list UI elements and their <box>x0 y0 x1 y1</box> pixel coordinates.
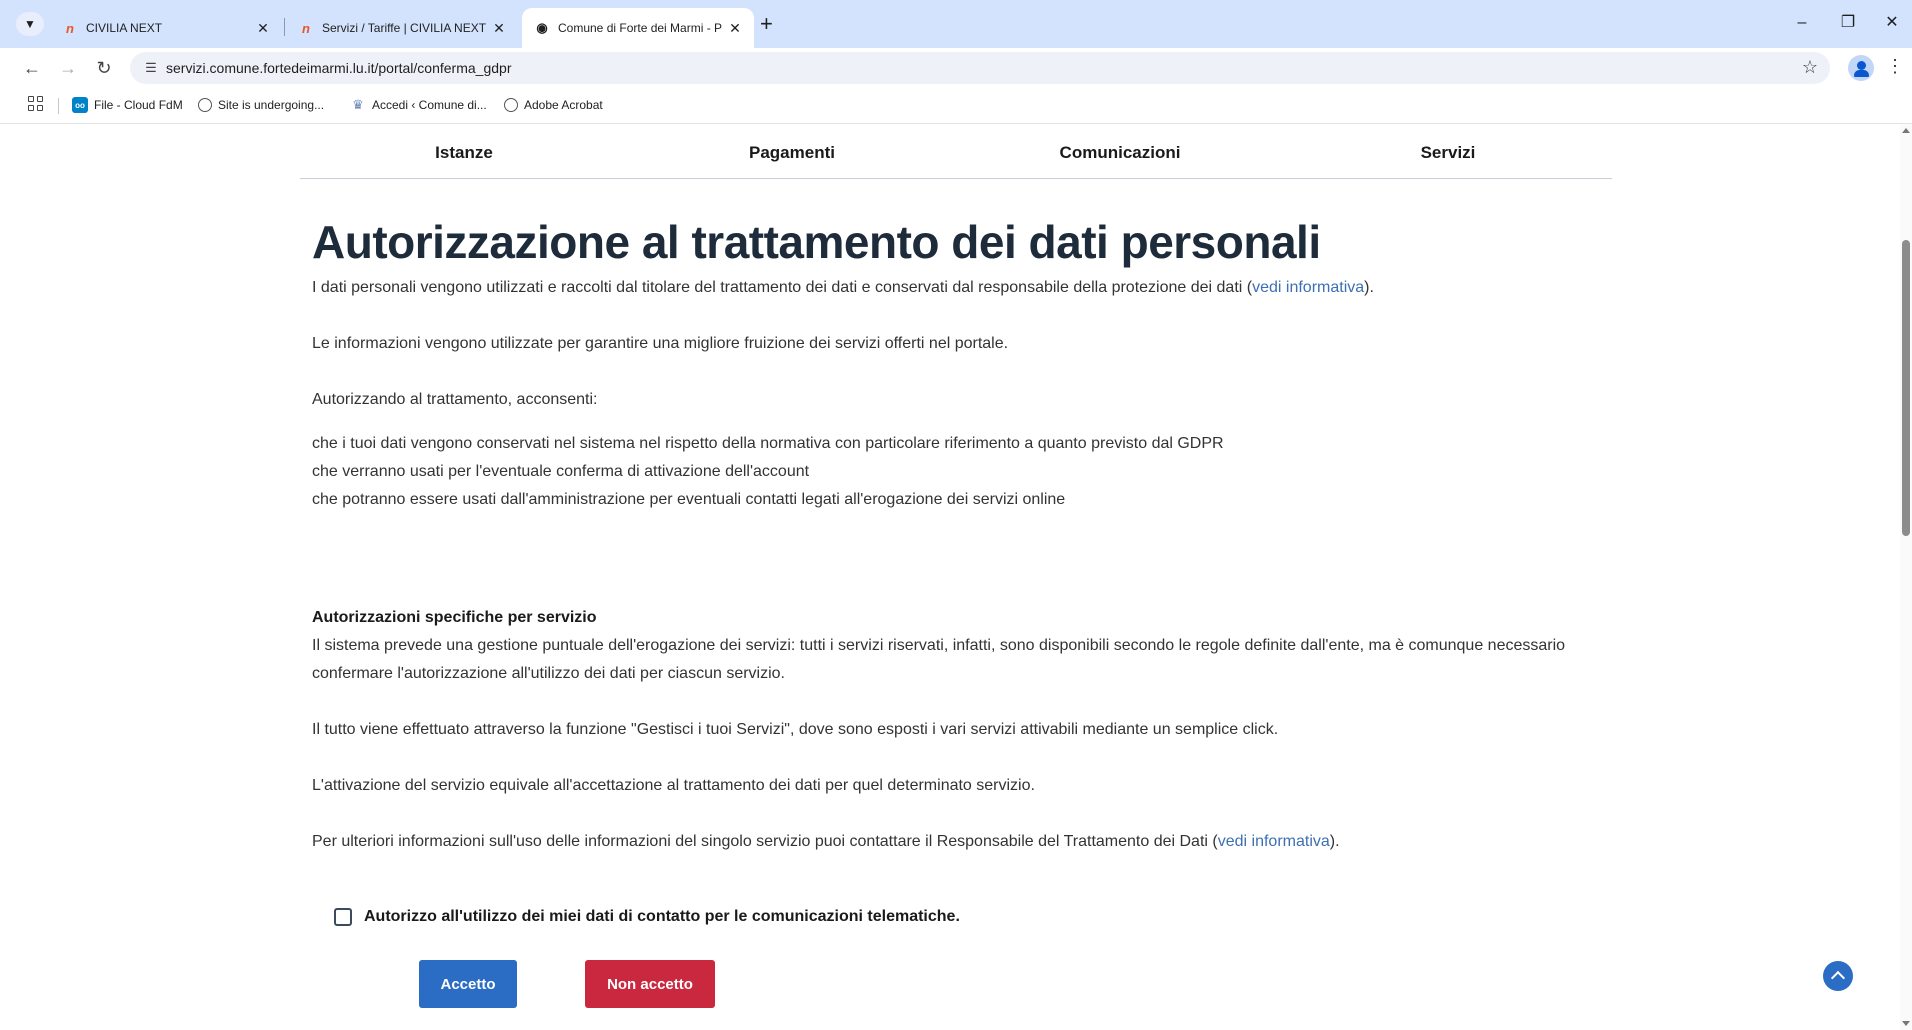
bookmark-site-undergoing[interactable]: Site is undergoing... <box>198 94 324 116</box>
consent-checkbox[interactable] <box>334 908 352 926</box>
crest-icon: ♛ <box>352 97 364 112</box>
contact-text: Per ulteriori informazioni sull'uso dell… <box>312 833 1218 850</box>
civilia-icon: n <box>66 20 74 36</box>
contact-paragraph: Per ulteriori informazioni sull'uso dell… <box>312 828 1612 856</box>
scroll-up-icon[interactable] <box>1902 128 1910 133</box>
bookmark-label: Adobe Acrobat <box>524 98 603 112</box>
chevron-down-icon: ▼ <box>24 17 36 31</box>
reject-button[interactable]: Non accetto <box>585 960 715 1008</box>
accept-button[interactable]: Accetto <box>419 960 517 1008</box>
nav-item-comunicazioni[interactable]: Comunicazioni <box>956 124 1284 178</box>
browser-toolbar: ← → ↻ ☰ servizi.comune.fortedeimarmi.lu.… <box>0 48 1912 88</box>
specific-authorizations-text: Il sistema prevede una gestione puntuale… <box>312 637 1566 682</box>
new-tab-button[interactable]: + <box>760 12 773 36</box>
consent-intro: Autorizzando al trattamento, acconsenti: <box>312 391 598 408</box>
reload-button[interactable]: ↻ <box>92 56 116 80</box>
back-to-top-button[interactable] <box>1823 961 1853 991</box>
bookmark-adobe-acrobat[interactable]: Adobe Acrobat <box>504 94 603 116</box>
bookmark-separator <box>58 98 59 114</box>
consent-item: che i tuoi dati vengono conservati nel s… <box>312 435 1224 452</box>
bookmark-accedi-comune[interactable]: ♛ Accedi ‹ Comune di... <box>350 94 487 116</box>
tab-search-button[interactable]: ▼ <box>16 12 44 36</box>
info-paragraph: Le informazioni vengono utilizzate per g… <box>312 335 1009 352</box>
chevron-up-icon <box>1830 970 1846 986</box>
intro-text: I dati personali vengono utilizzati e ra… <box>312 279 1253 296</box>
privacy-policy-link[interactable]: vedi informativa <box>1218 833 1330 850</box>
consent-item: che potranno essere usati dall'amministr… <box>312 491 1066 508</box>
profile-avatar[interactable] <box>1848 55 1874 81</box>
browser-tab-2[interactable]: n Servizi / Tariffe | CIVILIA NEXT ✕ <box>286 8 518 48</box>
consent-item: che verranno usati per l'eventuale confe… <box>312 463 810 480</box>
forward-button[interactable]: → <box>56 56 80 80</box>
url-text[interactable]: servizi.comune.fortedeimarmi.lu.it/porta… <box>166 60 511 76</box>
globe-icon <box>198 98 212 112</box>
civilia-icon: n <box>302 20 310 36</box>
address-bar[interactable]: ☰ servizi.comune.fortedeimarmi.lu.it/por… <box>130 52 1830 84</box>
back-button[interactable]: ← <box>20 56 44 80</box>
contact-end: ). <box>1329 833 1340 850</box>
close-tab-icon[interactable]: ✕ <box>490 20 508 37</box>
close-tab-icon[interactable]: ✕ <box>726 20 744 37</box>
avatar-icon <box>1856 61 1866 70</box>
intro-end: ). <box>1364 279 1374 296</box>
window-close-button[interactable]: ✕ <box>1870 10 1912 36</box>
tab-title: Comune di Forte dei Marmi - P <box>558 21 723 35</box>
bookmark-label: Accedi ‹ Comune di... <box>372 98 487 112</box>
globe-icon: ◉ <box>536 20 548 35</box>
nav-item-servizi[interactable]: Servizi <box>1284 124 1612 178</box>
page-scrollbar[interactable] <box>1900 124 1912 1030</box>
bookmark-file-cloud[interactable]: oo File - Cloud FdM <box>72 94 183 116</box>
bookmark-label: Site is undergoing... <box>218 98 325 112</box>
bookmark-label: File - Cloud FdM <box>94 98 183 112</box>
page-viewport: Istanze Pagamenti Comunicazioni Servizi … <box>0 124 1900 1030</box>
browser-tabstrip: ▼ n CIVILIA NEXT ✕ n Servizi / Tariffe |… <box>0 0 1912 48</box>
activation-paragraph: L'attivazione del servizio equivale all'… <box>312 777 1035 794</box>
browser-menu-icon[interactable]: ⋮ <box>1886 56 1904 77</box>
scrollbar-thumb[interactable] <box>1902 240 1910 536</box>
nav-item-pagamenti[interactable]: Pagamenti <box>628 124 956 178</box>
consent-checkbox-label[interactable]: Autorizzo all'utilizzo dei miei dati di … <box>364 908 960 926</box>
specific-authorizations-heading: Autorizzazioni specifiche per servizio <box>312 609 597 626</box>
main-content: Autorizzazione al trattamento dei dati p… <box>312 214 1612 856</box>
page-title: Autorizzazione al trattamento dei dati p… <box>312 216 1321 268</box>
tab-title: Servizi / Tariffe | CIVILIA NEXT <box>322 21 487 35</box>
nav-item-istanze[interactable]: Istanze <box>300 124 628 178</box>
tab-separator <box>284 18 285 36</box>
scroll-down-icon[interactable] <box>1902 1021 1910 1026</box>
site-settings-icon[interactable]: ☰ <box>136 60 166 76</box>
minimize-button[interactable]: – <box>1780 10 1824 36</box>
browser-tab-3-active[interactable]: ◉ Comune di Forte dei Marmi - P ✕ <box>522 8 754 48</box>
globe-icon <box>504 98 518 112</box>
main-nav: Istanze Pagamenti Comunicazioni Servizi <box>300 124 1612 179</box>
intro-paragraph: I dati personali vengono utilizzati e ra… <box>312 274 1612 302</box>
avatar-icon-body <box>1853 70 1869 77</box>
nextcloud-icon: oo <box>72 97 88 113</box>
privacy-policy-link[interactable]: vedi informativa <box>1252 279 1364 296</box>
close-tab-icon[interactable]: ✕ <box>254 20 272 37</box>
bookmark-star-icon[interactable]: ☆ <box>1802 57 1818 78</box>
apps-grid-icon[interactable] <box>28 96 44 112</box>
consent-list: che i tuoi dati vengono conservati nel s… <box>312 430 1612 514</box>
manage-services-paragraph: Il tutto viene effettuato attraverso la … <box>312 721 1279 738</box>
browser-tab-1[interactable]: n CIVILIA NEXT ✕ <box>50 8 282 48</box>
consent-checkbox-row[interactable]: Autorizzo all'utilizzo dei miei dati di … <box>334 908 960 926</box>
tab-title: CIVILIA NEXT <box>86 21 163 35</box>
restore-button[interactable]: ❐ <box>1826 10 1870 36</box>
bookmarks-bar: oo File - Cloud FdM Site is undergoing..… <box>0 88 1912 124</box>
